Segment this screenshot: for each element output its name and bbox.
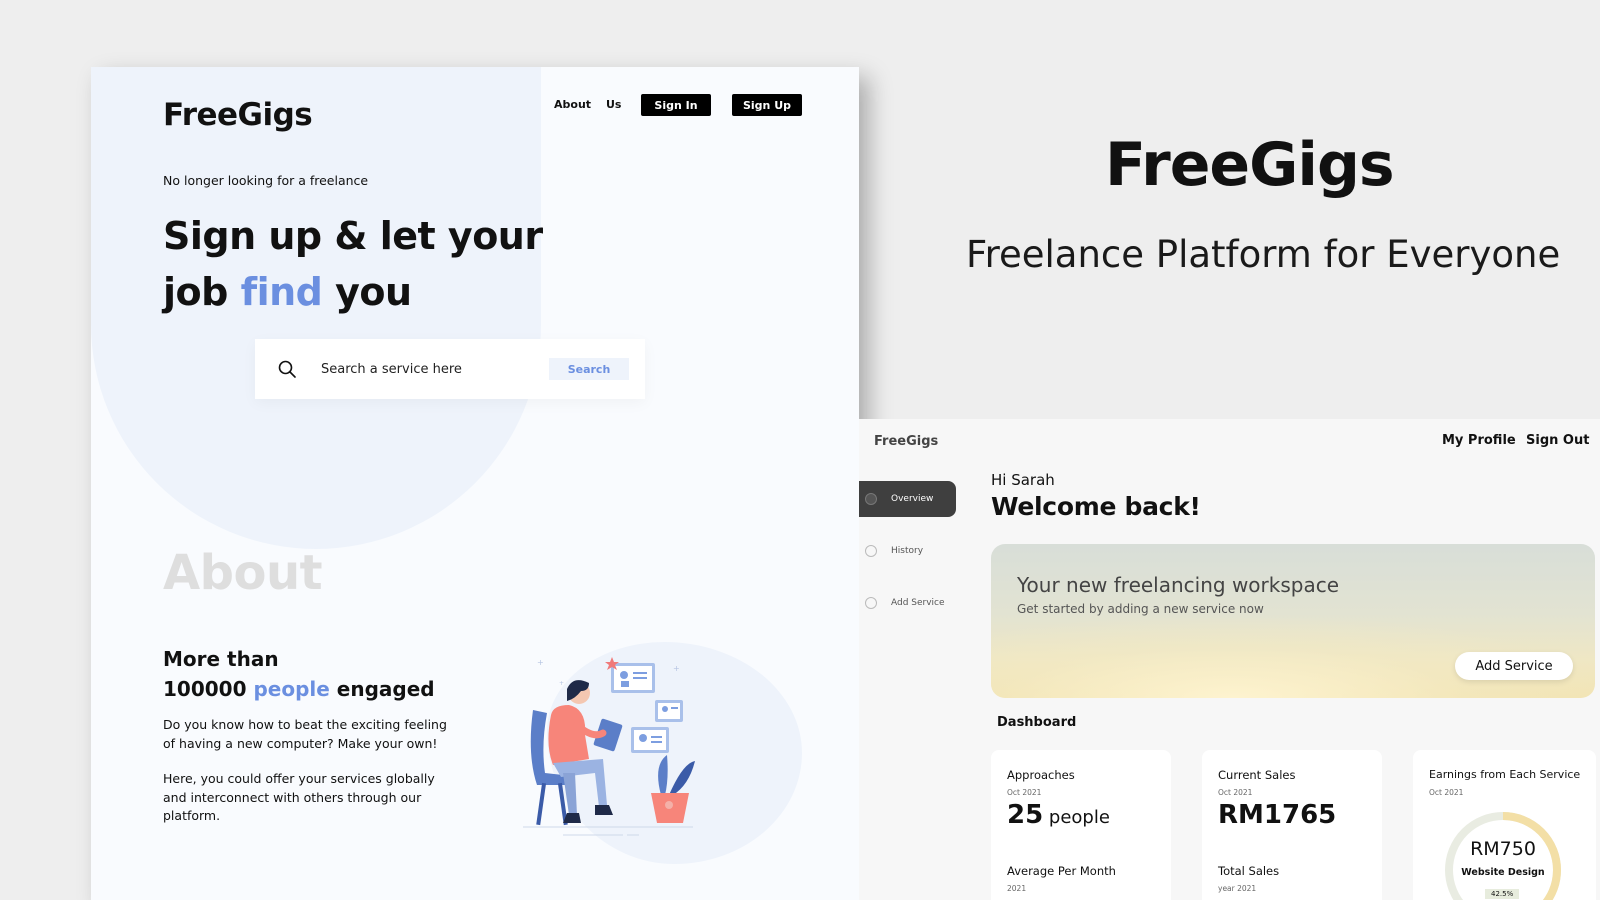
sidebar-item-label: History xyxy=(891,546,924,556)
engagement-stat: More than 100000 people engaged xyxy=(163,644,435,704)
donut-label: Website Design xyxy=(1461,867,1545,878)
donut-percent: 42.5% xyxy=(1485,889,1520,899)
headline-text: you xyxy=(322,270,412,314)
banner-subtitle: Get started by adding a new service now xyxy=(1017,602,1264,616)
hero-headline: Sign up & let your job find you xyxy=(163,208,543,320)
overview-icon xyxy=(865,493,877,505)
card-value-number: 25 xyxy=(1007,800,1044,830)
sidebar-item-label: Add Service xyxy=(891,598,945,608)
stat-tail: engaged xyxy=(329,677,435,701)
earnings-card: Earnings from Each Service Oct 2021 RM75… xyxy=(1413,750,1596,900)
dashboard-logo[interactable]: FreeGigs xyxy=(874,434,938,449)
headline-line-2: job find you xyxy=(163,264,543,320)
workspace-banner: Your new freelancing workspace Get start… xyxy=(991,544,1595,698)
banner-title: Your new freelancing workspace xyxy=(1017,573,1340,597)
svg-text:+: + xyxy=(559,680,564,687)
card-date: Oct 2021 xyxy=(1429,788,1464,797)
search-input[interactable]: Search a service here xyxy=(321,362,549,377)
sign-up-button[interactable]: Sign Up xyxy=(732,94,802,116)
card-value-unit: people xyxy=(1043,807,1110,828)
card-subtitle: Total Sales xyxy=(1218,864,1280,878)
hero-tagline: No longer looking for a freelance xyxy=(163,173,369,188)
card-date: Oct 2021 xyxy=(1007,788,1042,797)
card-value: 25 people xyxy=(1007,800,1110,830)
svg-text:+: + xyxy=(673,664,680,673)
headline-text: job xyxy=(163,270,241,314)
freelancer-illustration: + + + xyxy=(523,657,695,836)
stat-highlight: people xyxy=(253,677,330,701)
stat-line-2: 100000 people engaged xyxy=(163,674,435,704)
add-service-icon xyxy=(865,597,877,609)
card-value: RM1765 xyxy=(1218,800,1337,830)
card-subdate: 2021 xyxy=(1007,884,1027,893)
headline-highlight: find xyxy=(240,270,323,314)
nav-us-link[interactable]: Us xyxy=(606,98,621,111)
my-profile-link[interactable]: My Profile xyxy=(1442,433,1516,448)
card-title: Current Sales xyxy=(1218,768,1296,782)
current-sales-card: Current Sales Oct 2021 RM1765 Total Sale… xyxy=(1202,750,1382,900)
about-heading: About xyxy=(163,545,323,601)
hero-title: FreeGigs xyxy=(1105,130,1395,200)
approaches-card: Approaches Oct 2021 25 people Average Pe… xyxy=(991,750,1171,900)
sign-out-link[interactable]: Sign Out xyxy=(1526,433,1589,448)
donut-value: RM750 xyxy=(1470,838,1536,860)
welcome-heading: Welcome back! xyxy=(991,492,1201,521)
sign-in-button[interactable]: Sign In xyxy=(641,94,711,116)
history-icon xyxy=(865,545,877,557)
sidebar-item-add-service[interactable]: Add Service xyxy=(859,585,956,621)
card-title: Earnings from Each Service xyxy=(1429,768,1581,781)
dashboard-preview: FreeGigs My Profile Sign Out Overview Hi… xyxy=(859,419,1600,900)
landing-logo[interactable]: FreeGigs xyxy=(163,97,313,133)
sidebar-item-overview[interactable]: Overview xyxy=(859,481,956,517)
stat-line-1: More than xyxy=(163,647,279,671)
search-button[interactable]: Search xyxy=(549,358,629,380)
about-paragraph-2: Here, you could offer your services glob… xyxy=(163,771,435,823)
stat-number: 100000 xyxy=(163,677,254,701)
card-subtitle: Average Per Month xyxy=(1007,864,1116,878)
hero-subtitle: Freelance Platform for Everyone xyxy=(966,233,1561,276)
headline-line-1: Sign up & let your xyxy=(163,214,543,258)
sidebar-item-label: Overview xyxy=(891,494,934,504)
card-title: Approaches xyxy=(1007,768,1075,782)
card-date: Oct 2021 xyxy=(1218,788,1253,797)
add-service-button[interactable]: Add Service xyxy=(1455,652,1573,680)
greeting: Hi Sarah xyxy=(991,471,1055,489)
sidebar-item-history[interactable]: History xyxy=(859,533,956,569)
nav-about-link[interactable]: About xyxy=(554,98,591,111)
about-paragraph-1: Do you know how to beat the exciting fee… xyxy=(163,717,447,751)
search-bar: Search a service here Search xyxy=(255,339,645,399)
dashboard-section-title: Dashboard xyxy=(997,715,1077,730)
search-icon xyxy=(278,360,296,378)
landing-page: FreeGigs About Us Sign In Sign Up No lon… xyxy=(91,67,859,900)
svg-text:+: + xyxy=(537,658,544,667)
card-subdate: year 2021 xyxy=(1218,884,1257,893)
